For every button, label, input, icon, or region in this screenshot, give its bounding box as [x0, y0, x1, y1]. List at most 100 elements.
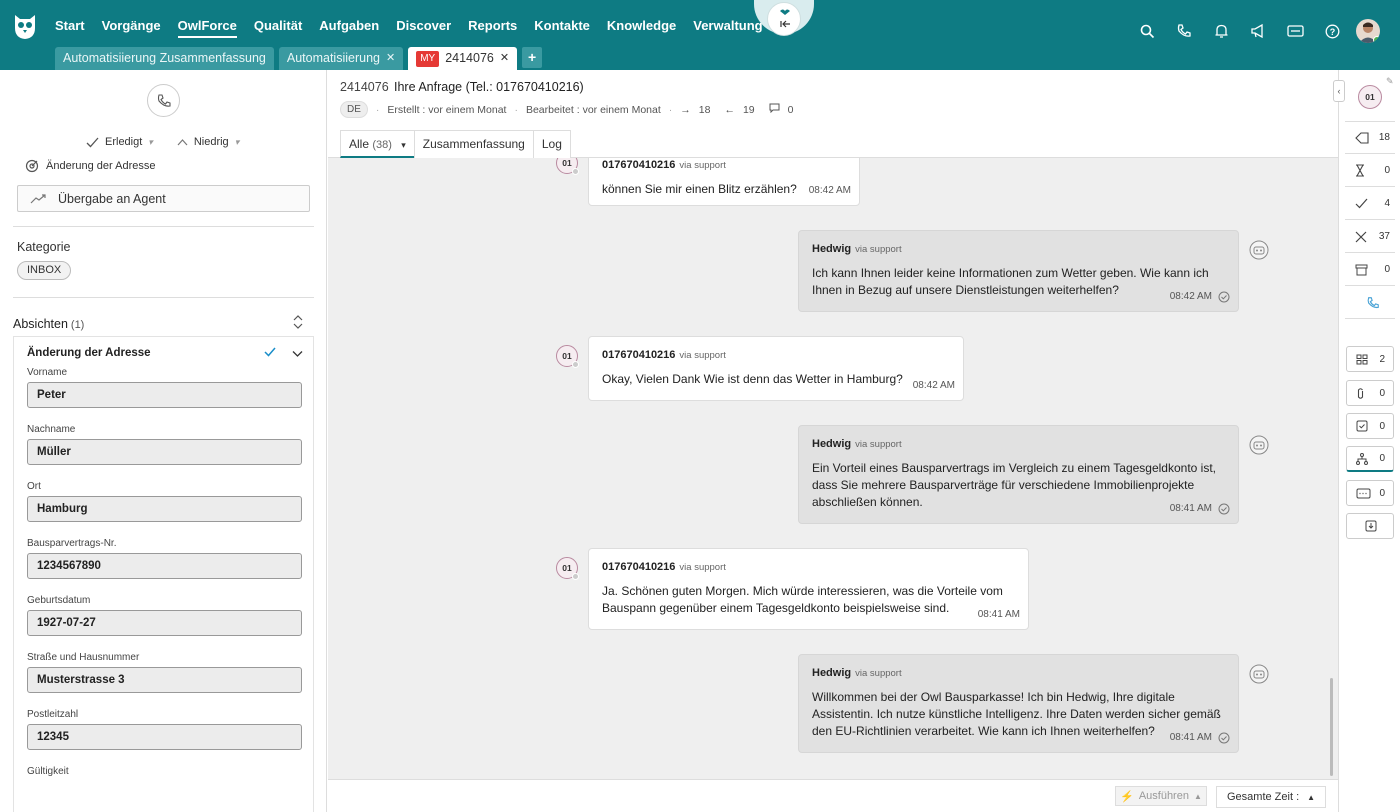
- sender-name: Hedwig: [812, 667, 852, 679]
- caret-up-icon: ▲: [1193, 791, 1202, 801]
- category-title: Kategorie: [17, 240, 71, 254]
- nav-aufgaben[interactable]: Aufgaben: [319, 18, 379, 38]
- rail-tasks[interactable]: 0: [1346, 413, 1394, 439]
- rail-done[interactable]: 4: [1345, 188, 1395, 220]
- search-icon[interactable]: [1137, 21, 1157, 41]
- nav-discover[interactable]: Discover: [396, 18, 451, 38]
- nav-start[interactable]: Start: [55, 18, 85, 38]
- user-avatar[interactable]: [1356, 19, 1380, 43]
- incoming-arrow-icon: ←: [724, 103, 735, 116]
- chevron-down-icon[interactable]: [292, 347, 303, 361]
- vorname-field[interactable]: Peter: [27, 382, 302, 408]
- intent-link[interactable]: Änderung der Adresse: [25, 159, 155, 173]
- rail-pending[interactable]: 0: [1345, 155, 1395, 187]
- ticket-meta: DE · Erstellt : vor einem Monat · Bearbe…: [340, 101, 794, 118]
- rail-attachments[interactable]: 0: [1346, 380, 1394, 406]
- tab-ticket[interactable]: MY 2414076 ✕: [408, 47, 518, 70]
- nav-vorgaenge[interactable]: Vorgänge: [102, 18, 161, 38]
- read-check-icon: [1218, 732, 1230, 743]
- separator-dot: ·: [375, 103, 380, 116]
- caret-down-icon: ▾: [401, 140, 406, 150]
- pencil-icon[interactable]: ✎: [1386, 76, 1394, 87]
- run-button[interactable]: ⚡ Ausführen ▲: [1115, 786, 1207, 806]
- rail-count: 0: [1379, 453, 1385, 464]
- bausparvertrag-label: Bausparvertrags-Nr.: [27, 538, 117, 549]
- nav-knowledge[interactable]: Knowledge: [607, 18, 676, 38]
- tab-alle[interactable]: Alle (38) ▾: [340, 130, 415, 158]
- sender-name: Hedwig: [812, 243, 852, 255]
- message-bubble: 017670410216 via support Ja. Schönen gute…: [588, 548, 1029, 630]
- rail-archived[interactable]: 0: [1345, 254, 1395, 286]
- bausparvertrag-field[interactable]: 1234567890: [27, 553, 302, 579]
- message-time: 08:42 AM: [913, 377, 955, 394]
- rail-rejected[interactable]: 37: [1345, 221, 1395, 253]
- contact-avatar[interactable]: 01: [1358, 85, 1382, 109]
- language-chip[interactable]: DE: [340, 101, 368, 118]
- intent-link-label: Änderung der Adresse: [46, 160, 156, 172]
- postleitzahl-field[interactable]: 12345: [27, 724, 302, 750]
- keyboard-icon[interactable]: [1285, 21, 1305, 41]
- collapse-panel-icon[interactable]: [767, 2, 801, 36]
- megaphone-icon[interactable]: [1248, 21, 1268, 41]
- ticket-sidebar: Erledigt ▾ Niedrig ▾ Änderung der Adresse …: [0, 70, 327, 812]
- nav-verwaltung[interactable]: Verwaltung: [693, 18, 762, 38]
- rail-count: 37: [1378, 231, 1390, 242]
- rail-keyboard[interactable]: 0: [1346, 480, 1394, 506]
- geburtsdatum-field[interactable]: 1927-07-27: [27, 610, 302, 636]
- close-icon[interactable]: ✕: [500, 47, 509, 70]
- bell-icon[interactable]: [1211, 21, 1231, 41]
- avatar-initials: 01: [562, 351, 572, 361]
- time-label: 08:41 AM: [1169, 503, 1212, 514]
- add-tab-button[interactable]: +: [522, 47, 543, 68]
- tab-zusammenfassung[interactable]: Zusammenfassung: [413, 130, 534, 158]
- tab-automatisierung[interactable]: Automatisiierung ✕: [278, 47, 404, 70]
- nav-kontakte[interactable]: Kontakte: [534, 18, 590, 38]
- message-bubble: Hedwig via support Ein Vorteil eines Baus…: [798, 425, 1239, 524]
- tab-automatisierung-zusammenfassung[interactable]: Automatisiierung Zusammenfassung: [55, 47, 274, 70]
- status-dropdown[interactable]: Erledigt ▾: [86, 136, 153, 148]
- rail-export[interactable]: [1346, 513, 1394, 539]
- rail-count: 4: [1384, 198, 1390, 209]
- check-icon: [86, 137, 99, 147]
- outgoing-count: 18: [698, 103, 711, 116]
- message-text: Okay, Vielen Dank Wie ist denn das Wette…: [602, 372, 903, 386]
- archive-icon: [1355, 264, 1368, 275]
- separator-dot: ·: [668, 103, 673, 116]
- nav-qualitaet[interactable]: Qualität: [254, 18, 302, 38]
- expand-collapse-icon[interactable]: [292, 315, 304, 332]
- rail-tickets[interactable]: 18: [1345, 122, 1395, 154]
- message-time: 08:41 AM: [1170, 500, 1230, 517]
- bot-avatar-icon: [1249, 664, 1269, 684]
- priority-dropdown[interactable]: Niedrig ▾: [177, 136, 239, 148]
- help-icon[interactable]: ?: [1322, 21, 1342, 41]
- rail-hierarchy[interactable]: 0: [1346, 446, 1394, 472]
- scrollbar[interactable]: [1330, 678, 1333, 776]
- conversation-thread[interactable]: 01 017670410216 via support können Sie mi…: [328, 158, 1338, 779]
- rail-widgets[interactable]: 2: [1346, 346, 1394, 372]
- nav-reports[interactable]: Reports: [468, 18, 517, 38]
- tab-log[interactable]: Log: [532, 130, 571, 158]
- status-dot: [572, 573, 579, 580]
- owl-logo-icon[interactable]: [12, 12, 38, 40]
- nachname-field[interactable]: Müller: [27, 439, 302, 465]
- handover-agent-button[interactable]: Übergabe an Agent: [17, 185, 310, 212]
- rail-count: 0: [1384, 264, 1390, 275]
- call-button[interactable]: [147, 84, 180, 117]
- message-text: Willkommen bei der Owl Bausparkasse! Ich…: [812, 689, 1221, 740]
- message-sender: Hedwig via support: [812, 665, 902, 682]
- rail-call[interactable]: [1345, 287, 1395, 319]
- nav-owlforce[interactable]: OwlForce: [177, 18, 237, 38]
- phone-icon[interactable]: [1174, 21, 1194, 41]
- chevron-left-icon[interactable]: ‹: [1333, 80, 1345, 102]
- message-line: Ein Vorteil eines Bausparvertrags im Ver…: [812, 461, 1216, 475]
- close-icon[interactable]: ✕: [386, 47, 395, 70]
- read-check-icon: [1218, 291, 1230, 302]
- phone-icon: [157, 93, 171, 107]
- strasse-field[interactable]: Musterstrasse 3: [27, 667, 302, 693]
- ort-field[interactable]: Hamburg: [27, 496, 302, 522]
- total-time-dropdown[interactable]: Gesamte Zeit : ▲: [1216, 786, 1326, 808]
- caret-down-icon: ▾: [148, 136, 153, 147]
- category-chip[interactable]: INBOX: [17, 261, 72, 280]
- message-line: Willkommen bei der Owl Bausparkasse! Ich…: [812, 690, 1175, 704]
- message-bubble: Hedwig via support Willkommen bei der Owl…: [798, 654, 1239, 753]
